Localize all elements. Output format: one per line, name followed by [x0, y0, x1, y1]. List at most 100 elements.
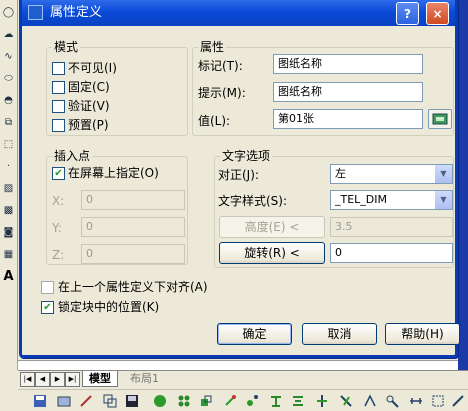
justify-select[interactable]: 左 ▼	[330, 164, 453, 184]
match-properties-icon[interactable]	[79, 394, 93, 408]
text-style-value: _TEL_DIM	[335, 193, 388, 206]
title-bar[interactable]: 属性定义 ? ×	[22, 0, 455, 26]
fillet-icon[interactable]	[385, 394, 399, 408]
align-below-label: 在上一个属性定义下对齐(A)	[58, 280, 208, 294]
mode-legend: 模式	[54, 40, 79, 54]
ellipse-tool-icon[interactable]: ⬭	[1, 70, 16, 86]
stretch-icon[interactable]	[269, 394, 283, 408]
point-tool-icon[interactable]: ·	[1, 158, 16, 174]
region-tool-icon[interactable]: ◙	[1, 224, 16, 240]
constant-checkbox[interactable]	[52, 81, 65, 94]
align-below-checkbox[interactable]	[41, 281, 54, 294]
copy-icon[interactable]	[103, 394, 117, 408]
invisible-checkbox[interactable]	[52, 62, 65, 75]
hatch-tool-icon[interactable]: ▨	[1, 180, 16, 196]
ellipse-arc-tool-icon[interactable]: ◓	[1, 92, 16, 108]
trim-icon[interactable]	[291, 394, 305, 408]
y-input[interactable]: 0	[81, 217, 185, 237]
verify-checkbox[interactable]	[52, 100, 65, 113]
drawing-canvas[interactable]	[18, 360, 458, 370]
help-button[interactable]: 帮助(H)	[385, 323, 460, 345]
close-button[interactable]: ×	[426, 2, 449, 25]
y-label: Y:	[52, 221, 62, 235]
prompt-label: 提示(M):	[198, 86, 246, 100]
scale-icon[interactable]	[245, 394, 259, 408]
tag-label: 标记(T):	[198, 59, 243, 73]
specify-on-screen-label: 在屏幕上指定(O)	[68, 166, 159, 180]
app-right-edge	[458, 0, 468, 370]
rotation-input[interactable]: 0	[330, 243, 453, 263]
next-tab-button[interactable]: ▶	[50, 372, 65, 387]
save-disk-icon[interactable]	[125, 394, 139, 408]
verify-label: 验证(V)	[68, 99, 110, 113]
draw-toolbar: ◯ ☁ ∿ ⬭ ◓ ⧉ ⬚ · ▨ ▩ ◙ ▦ A	[0, 0, 18, 370]
help-title-button[interactable]: ?	[396, 2, 419, 25]
tag-input[interactable]: 图纸名称	[273, 54, 423, 74]
justify-dropdown-arrow-icon[interactable]: ▼	[434, 165, 452, 183]
move-icon[interactable]	[199, 394, 213, 408]
x-label: X:	[52, 194, 65, 208]
prompt-input[interactable]: 图纸名称	[273, 82, 423, 102]
justify-label: 对正(J):	[218, 168, 259, 182]
lock-position-checkbox[interactable]: ✔	[41, 301, 54, 314]
autocad-app-icon	[28, 5, 43, 20]
spline-tool-icon[interactable]: ∿	[1, 48, 16, 64]
ok-button[interactable]: 确定	[217, 323, 292, 345]
tab-model[interactable]: 模型	[82, 371, 118, 387]
insertion-legend: 插入点	[54, 149, 91, 163]
checkmark-icon: ✔	[54, 168, 63, 179]
make-block-tool-icon[interactable]: ⬚	[1, 136, 16, 152]
prev-tab-button[interactable]: ◀	[35, 372, 50, 387]
layout-tab-bar: |◀ ◀ ▶ ▶| 模型 布局1	[18, 370, 468, 387]
checkmark-icon: ✔	[43, 302, 52, 313]
text-style-select[interactable]: _TEL_DIM ▼	[330, 190, 453, 210]
save-icon[interactable]	[33, 394, 47, 408]
text-style-dropdown-arrow-icon[interactable]: ▼	[434, 191, 452, 209]
attribute-definition-dialog: 属性定义 ? × 模式 不可见(I) 固定(C) 验证(V) 预置(P) 属性 …	[19, 0, 460, 358]
last-tab-button[interactable]: ▶|	[65, 372, 80, 387]
height-input[interactable]: 3.5	[330, 217, 453, 237]
insert-field-button[interactable]	[428, 109, 452, 129]
constant-label: 固定(C)	[68, 80, 110, 94]
revcloud-tool-icon[interactable]: ☁	[1, 26, 16, 42]
lengthen-icon[interactable]	[409, 394, 423, 408]
modify-toolbar	[18, 389, 468, 411]
value-label: 值(L):	[198, 114, 231, 128]
question-icon: ?	[404, 6, 411, 21]
z-input[interactable]: 0	[81, 244, 185, 264]
lock-position-label: 锁定块中的位置(K)	[58, 300, 160, 314]
dialog-title: 属性定义	[50, 5, 103, 20]
close-icon: ×	[432, 6, 443, 21]
erase-icon[interactable]	[153, 394, 167, 408]
z-label: Z:	[52, 248, 65, 262]
layer-icon[interactable]	[57, 394, 71, 408]
cancel-button[interactable]: 取消	[302, 323, 377, 345]
text-style-label: 文字样式(S):	[218, 194, 288, 208]
attribute-legend: 属性	[200, 40, 225, 54]
value-input[interactable]: 第01张	[273, 109, 423, 129]
array-icon[interactable]	[177, 394, 191, 408]
break-icon[interactable]	[339, 394, 353, 408]
gradient-tool-icon[interactable]: ▩	[1, 202, 16, 218]
insert-block-tool-icon[interactable]: ⧉	[1, 114, 16, 130]
mtext-tool-icon[interactable]: A	[1, 268, 16, 284]
explode-icon[interactable]	[431, 394, 445, 408]
join-icon[interactable]	[451, 394, 465, 408]
table-tool-icon[interactable]: ▦	[1, 246, 16, 262]
tab-layout1[interactable]: 布局1	[124, 371, 165, 386]
circle-tool-icon[interactable]: ◯	[1, 4, 16, 20]
specify-on-screen-checkbox[interactable]: ✔	[52, 167, 65, 180]
preset-label: 预置(P)	[68, 118, 109, 132]
invisible-label: 不可见(I)	[68, 61, 117, 75]
rotate-icon[interactable]	[223, 394, 237, 408]
x-input[interactable]: 0	[81, 190, 185, 210]
extend-icon[interactable]	[315, 394, 329, 408]
text-options-legend: 文字选项	[222, 149, 271, 163]
height-pick-button[interactable]: 高度(E) <	[219, 216, 325, 238]
justify-value: 左	[335, 167, 346, 180]
chamfer-icon[interactable]	[363, 394, 377, 408]
preset-checkbox[interactable]	[52, 119, 65, 132]
first-tab-button[interactable]: |◀	[20, 372, 35, 387]
field-icon	[432, 113, 448, 125]
rotation-pick-button[interactable]: 旋转(R) <	[219, 242, 325, 264]
